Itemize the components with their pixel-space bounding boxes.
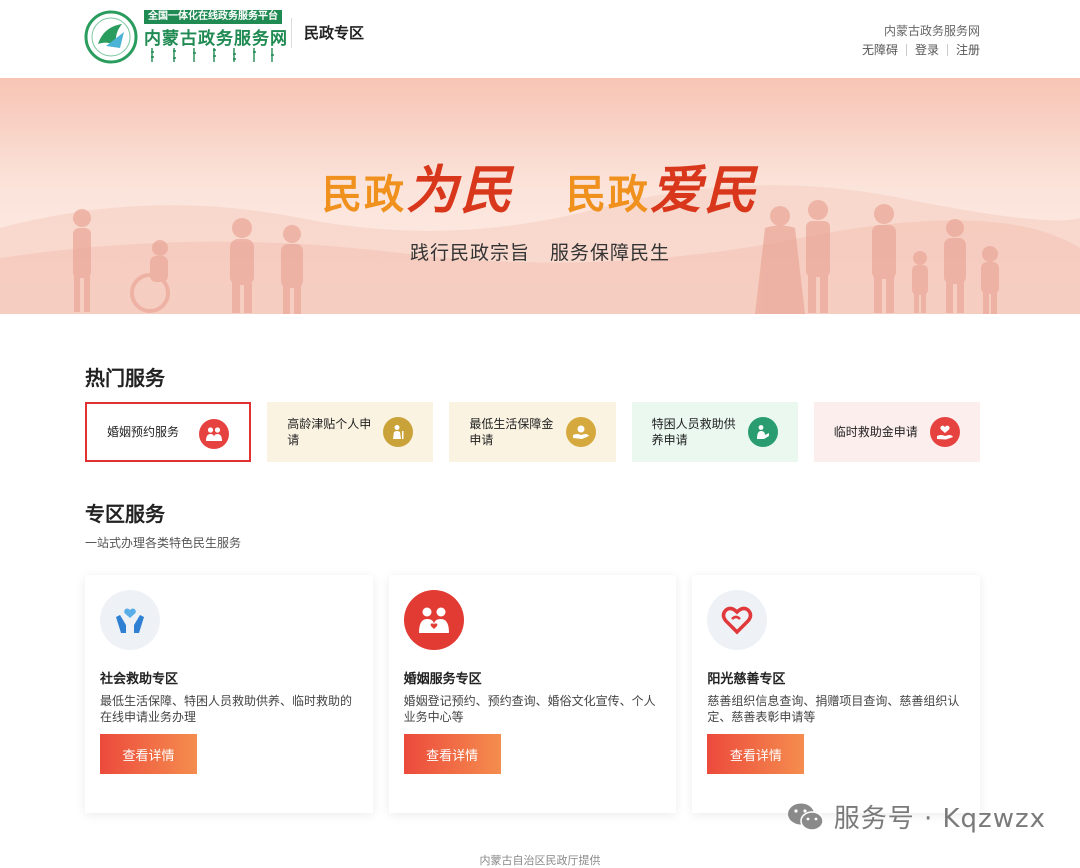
hot-service-temporary-relief[interactable]: 临时救助金申请 bbox=[813, 402, 980, 462]
slogan-part4: 爱民 bbox=[649, 160, 758, 221]
zone-services-title: 专区服务 bbox=[85, 502, 165, 526]
elder-icon bbox=[383, 417, 414, 447]
care-icon bbox=[747, 417, 778, 447]
slogan-part1: 民政 bbox=[322, 172, 407, 218]
footer-text: 内蒙古自治区民政厅提供 bbox=[479, 854, 601, 867]
login-link[interactable]: 登录 bbox=[915, 41, 939, 58]
register-link[interactable]: 注册 bbox=[956, 41, 980, 58]
hot-service-subsistence[interactable]: 最低生活保障金申请 bbox=[449, 402, 616, 462]
zone-title: 民政专区 bbox=[304, 24, 365, 42]
hot-service-label: 婚姻预约服务 bbox=[107, 425, 180, 439]
hero-banner: 民政为民 民政爱民 践行民政宗旨 服务保障民生 bbox=[0, 78, 1080, 314]
top-links: 无障碍 登录 注册 bbox=[862, 41, 980, 58]
zone-card-desc: 婚姻登记预约、预约查询、婚俗文化宣传、个人业务中心等 bbox=[403, 694, 656, 724]
zone-card-desc: 慈善组织信息查询、捐赠项目查询、慈善组织认定、慈善表彰申请等 bbox=[707, 694, 960, 724]
logo-tagline: 全国一体化在线政务服务平台 bbox=[144, 10, 282, 24]
view-details-button[interactable]: 查看详情 bbox=[100, 734, 197, 774]
link-divider bbox=[946, 43, 948, 56]
heart-icon bbox=[707, 590, 768, 650]
hot-service-label: 特困人员救助供养申请 bbox=[651, 417, 736, 447]
zone-card-title: 阳光慈善专区 bbox=[707, 672, 786, 687]
site-name[interactable]: 内蒙古政务服务网 bbox=[884, 22, 980, 39]
logo-emblem-icon[interactable] bbox=[84, 10, 138, 64]
zone-card-social-assistance: 社会救助专区 最低生活保障、特困人员救助供养、临时救助的在线申请业务办理 查看详… bbox=[85, 575, 373, 813]
hot-service-extreme-poverty[interactable]: 特困人员救助供养申请 bbox=[631, 402, 798, 462]
hot-services-list: 婚姻预约服务 高龄津贴个人申请 最低生活保障金申请 特困人员救助供养申请 临时救… bbox=[85, 402, 980, 462]
site-header: 全国一体化在线政务服务平台 内蒙古政务服务网 民政专区 内蒙古政务服务网 无障碍… bbox=[0, 0, 1080, 78]
zone-card-title: 社会救助专区 bbox=[100, 672, 179, 687]
view-details-button[interactable]: 查看详情 bbox=[707, 734, 805, 774]
zone-card-charity: 阳光慈善专区 慈善组织信息查询、捐赠项目查询、慈善组织认定、慈善表彰申请等 查看… bbox=[692, 575, 981, 813]
hot-services-title: 热门服务 bbox=[85, 366, 165, 390]
couple-icon bbox=[199, 419, 230, 449]
zone-services-subtitle: 一站式办理各类特色民生服务 bbox=[85, 536, 242, 550]
view-details-button[interactable]: 查看详情 bbox=[403, 734, 501, 774]
hands-heart-icon bbox=[100, 590, 160, 650]
hand-coin-icon bbox=[565, 417, 596, 447]
watermark-text: 服务号 · Kqzwzx bbox=[833, 804, 1046, 834]
wechat-icon bbox=[787, 803, 824, 831]
wechat-watermark: 服务号 · Kqzwzx bbox=[786, 798, 1046, 835]
zone-cards: 社会救助专区 最低生活保障、特困人员救助供养、临时救助的在线申请业务办理 查看详… bbox=[85, 575, 981, 813]
slogan-part3: 民政 bbox=[565, 172, 650, 218]
slogan-part2: 为民 bbox=[406, 160, 515, 221]
hot-service-elder-allowance[interactable]: 高龄津贴个人申请 bbox=[267, 402, 434, 462]
zone-card-desc: 最低生活保障、特困人员救助供养、临时救助的在线申请业务办理 bbox=[100, 694, 353, 724]
zone-card-title: 婚姻服务专区 bbox=[403, 672, 482, 687]
zone-card-marriage: 婚姻服务专区 婚姻登记预约、预约查询、婚俗文化宣传、个人业务中心等 查看详情 bbox=[388, 575, 677, 813]
hot-service-label: 最低生活保障金申请 bbox=[469, 417, 554, 447]
mongolian-script-logo bbox=[151, 48, 274, 62]
couple-icon bbox=[403, 590, 464, 650]
heart-hand-icon bbox=[929, 417, 960, 447]
accessibility-link[interactable]: 无障碍 bbox=[862, 41, 898, 58]
banner-slogan: 民政为民 民政爱民 bbox=[0, 148, 1080, 223]
link-divider bbox=[905, 43, 907, 56]
hot-service-label: 高龄津贴个人申请 bbox=[287, 417, 372, 447]
header-divider bbox=[291, 18, 292, 48]
hot-service-label: 临时救助金申请 bbox=[833, 425, 918, 439]
banner-subtitle: 践行民政宗旨 服务保障民生 bbox=[409, 242, 670, 264]
hot-service-marriage-booking[interactable]: 婚姻预约服务 bbox=[85, 402, 252, 462]
